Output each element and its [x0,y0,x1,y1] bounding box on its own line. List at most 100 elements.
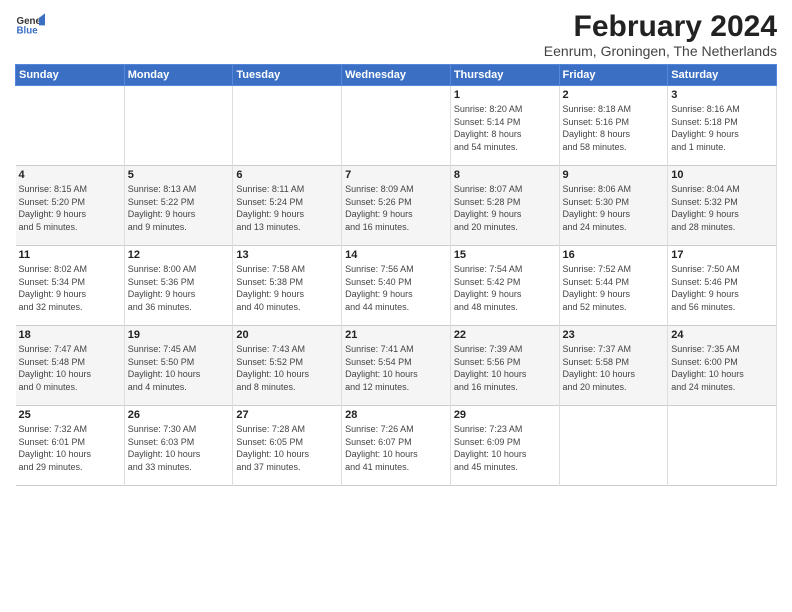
day-info: Sunrise: 7:47 AM Sunset: 5:48 PM Dayligh… [19,343,121,393]
weekday-saturday: Saturday [668,65,777,86]
calendar-cell: 24 Sunrise: 7:35 AM Sunset: 6:00 PM Dayli… [668,326,777,406]
day-number: 3 [671,89,773,101]
calendar-cell: 25 Sunrise: 7:32 AM Sunset: 6:01 PM Dayli… [16,406,125,486]
day-number: 21 [345,329,447,341]
calendar-cell: 16 Sunrise: 7:52 AM Sunset: 5:44 PM Dayli… [559,246,668,326]
day-info: Sunrise: 7:37 AM Sunset: 5:58 PM Dayligh… [563,343,665,393]
day-info: Sunrise: 7:23 AM Sunset: 6:09 PM Dayligh… [454,423,556,473]
day-number: 8 [454,169,556,181]
day-info: Sunrise: 7:30 AM Sunset: 6:03 PM Dayligh… [128,423,230,473]
calendar-cell: 14 Sunrise: 7:56 AM Sunset: 5:40 PM Dayli… [342,246,451,326]
day-info: Sunrise: 7:52 AM Sunset: 5:44 PM Dayligh… [563,263,665,313]
calendar-cell: 3 Sunrise: 8:16 AM Sunset: 5:18 PM Daylig… [668,86,777,166]
calendar-header: Sunday Monday Tuesday Wednesday Thursday… [16,65,777,86]
day-number: 10 [671,169,773,181]
weekday-wednesday: Wednesday [342,65,451,86]
day-info: Sunrise: 7:32 AM Sunset: 6:01 PM Dayligh… [19,423,121,473]
day-number: 27 [236,409,338,421]
day-info: Sunrise: 7:26 AM Sunset: 6:07 PM Dayligh… [345,423,447,473]
day-number: 24 [671,329,773,341]
day-info: Sunrise: 7:35 AM Sunset: 6:00 PM Dayligh… [671,343,773,393]
day-number: 12 [128,249,230,261]
day-info: Sunrise: 8:18 AM Sunset: 5:16 PM Dayligh… [563,103,665,153]
day-info: Sunrise: 7:39 AM Sunset: 5:56 PM Dayligh… [454,343,556,393]
day-number: 19 [128,329,230,341]
day-info: Sunrise: 8:20 AM Sunset: 5:14 PM Dayligh… [454,103,556,153]
calendar-cell: 17 Sunrise: 7:50 AM Sunset: 5:46 PM Dayli… [668,246,777,326]
month-year: February 2024 [544,10,777,43]
calendar-cell: 8 Sunrise: 8:07 AM Sunset: 5:28 PM Daylig… [450,166,559,246]
calendar-cell: 20 Sunrise: 7:43 AM Sunset: 5:52 PM Dayli… [233,326,342,406]
logo-icon: General Blue [15,10,45,40]
day-info: Sunrise: 7:43 AM Sunset: 5:52 PM Dayligh… [236,343,338,393]
day-number: 17 [671,249,773,261]
day-number: 9 [563,169,665,181]
calendar-cell [342,86,451,166]
calendar-cell: 29Sunrise: 7:23 AM Sunset: 6:09 PM Dayli… [450,406,559,486]
day-number: 18 [19,329,121,341]
page-container: General Blue February 2024 Eenrum, Groni… [0,0,792,491]
day-number: 20 [236,329,338,341]
calendar-cell: 6 Sunrise: 8:11 AM Sunset: 5:24 PM Daylig… [233,166,342,246]
day-info: Sunrise: 7:58 AM Sunset: 5:38 PM Dayligh… [236,263,338,313]
location: Eenrum, Groningen, The Netherlands [544,43,777,59]
calendar-cell: 2 Sunrise: 8:18 AM Sunset: 5:16 PM Daylig… [559,86,668,166]
calendar-cell: 15 Sunrise: 7:54 AM Sunset: 5:42 PM Dayli… [450,246,559,326]
calendar-cell: 10 Sunrise: 8:04 AM Sunset: 5:32 PM Dayli… [668,166,777,246]
calendar-cell: 5Sunrise: 8:13 AM Sunset: 5:22 PM Daylig… [124,166,233,246]
calendar-cell: 27Sunrise: 7:28 AM Sunset: 6:05 PM Dayli… [233,406,342,486]
calendar-cell: 23 Sunrise: 7:37 AM Sunset: 5:58 PM Dayli… [559,326,668,406]
calendar-cell: 19 Sunrise: 7:45 AM Sunset: 5:50 PM Dayli… [124,326,233,406]
day-number: 15 [454,249,556,261]
calendar-cell: 13Sunrise: 7:58 AM Sunset: 5:38 PM Dayli… [233,246,342,326]
calendar-cell [668,406,777,486]
day-number: 28 [345,409,447,421]
day-info: Sunrise: 7:54 AM Sunset: 5:42 PM Dayligh… [454,263,556,313]
day-number: 25 [19,409,121,421]
day-number: 11 [19,249,121,261]
calendar-cell: 21 Sunrise: 7:41 AM Sunset: 5:54 PM Dayli… [342,326,451,406]
day-number: 1 [454,89,556,101]
calendar-cell [124,86,233,166]
day-number: 7 [345,169,447,181]
day-info: Sunrise: 8:09 AM Sunset: 5:26 PM Dayligh… [345,183,447,233]
calendar-cell: 18 Sunrise: 7:47 AM Sunset: 5:48 PM Dayli… [16,326,125,406]
day-info: Sunrise: 8:16 AM Sunset: 5:18 PM Dayligh… [671,103,773,153]
day-number: 23 [563,329,665,341]
day-info: Sunrise: 8:04 AM Sunset: 5:32 PM Dayligh… [671,183,773,233]
calendar-week-1: 4 Sunrise: 8:15 AM Sunset: 5:20 PM Daylig… [16,166,777,246]
day-info: Sunrise: 8:07 AM Sunset: 5:28 PM Dayligh… [454,183,556,233]
calendar-cell: 26 Sunrise: 7:30 AM Sunset: 6:03 PM Dayli… [124,406,233,486]
day-number: 14 [345,249,447,261]
day-number: 2 [563,89,665,101]
weekday-sunday: Sunday [16,65,125,86]
day-info: Sunrise: 8:00 AM Sunset: 5:36 PM Dayligh… [128,263,230,313]
weekday-friday: Friday [559,65,668,86]
day-number: 6 [236,169,338,181]
day-number: 5 [128,169,230,181]
calendar-cell: 28 Sunrise: 7:26 AM Sunset: 6:07 PM Dayli… [342,406,451,486]
day-number: 26 [128,409,230,421]
weekday-tuesday: Tuesday [233,65,342,86]
day-info: Sunrise: 8:02 AM Sunset: 5:34 PM Dayligh… [19,263,121,313]
calendar-week-3: 18 Sunrise: 7:47 AM Sunset: 5:48 PM Dayli… [16,326,777,406]
calendar-body: 1 Sunrise: 8:20 AM Sunset: 5:14 PM Daylig… [16,86,777,486]
calendar-week-2: 11 Sunrise: 8:02 AM Sunset: 5:34 PM Dayli… [16,246,777,326]
weekday-thursday: Thursday [450,65,559,86]
header: General Blue February 2024 Eenrum, Groni… [15,10,777,59]
logo: General Blue [15,10,45,40]
day-number: 4 [19,169,121,181]
day-info: Sunrise: 7:50 AM Sunset: 5:46 PM Dayligh… [671,263,773,313]
calendar-cell [559,406,668,486]
day-info: Sunrise: 8:11 AM Sunset: 5:24 PM Dayligh… [236,183,338,233]
calendar-table: Sunday Monday Tuesday Wednesday Thursday… [15,64,777,486]
day-info: Sunrise: 8:15 AM Sunset: 5:20 PM Dayligh… [19,183,121,233]
day-info: Sunrise: 7:41 AM Sunset: 5:54 PM Dayligh… [345,343,447,393]
day-info: Sunrise: 7:56 AM Sunset: 5:40 PM Dayligh… [345,263,447,313]
calendar-cell: 9Sunrise: 8:06 AM Sunset: 5:30 PM Daylig… [559,166,668,246]
calendar-cell: 1 Sunrise: 8:20 AM Sunset: 5:14 PM Daylig… [450,86,559,166]
calendar-cell [233,86,342,166]
day-info: Sunrise: 7:45 AM Sunset: 5:50 PM Dayligh… [128,343,230,393]
calendar-cell [16,86,125,166]
day-number: 16 [563,249,665,261]
